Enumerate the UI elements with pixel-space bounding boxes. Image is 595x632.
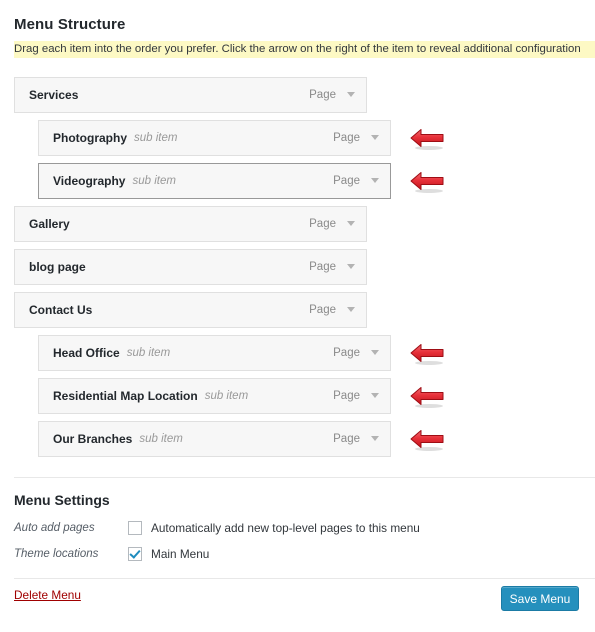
menu-item-sub-label: sub item <box>139 433 183 445</box>
menu-item-title: Our Branches <box>53 432 133 446</box>
menu-item-row[interactable]: blog page Page <box>0 249 595 285</box>
menu-item-type: Page <box>309 218 336 230</box>
menu-item-box[interactable]: Contact Us Page <box>14 292 367 328</box>
menu-item-type: Page <box>333 175 360 187</box>
menu-item-title: Services <box>29 88 79 102</box>
chevron-down-icon[interactable] <box>347 221 356 227</box>
menu-item-title: Photography <box>53 131 127 145</box>
menu-item-box[interactable]: Our Branches sub item Page <box>38 421 391 457</box>
menu-item-meta: Page <box>309 261 356 273</box>
chevron-down-icon[interactable] <box>347 264 356 270</box>
menu-item-meta: Page <box>333 347 380 359</box>
menu-item-box[interactable]: Residential Map Location sub item Page <box>38 378 391 414</box>
menu-item-row[interactable]: Services Page <box>0 77 595 113</box>
delete-menu-link[interactable]: Delete Menu <box>14 588 81 602</box>
auto-add-pages-row: Auto add pages Automatically add new top… <box>14 519 420 537</box>
menu-item-box[interactable]: Gallery Page <box>14 206 367 242</box>
menu-item-meta: Page <box>333 175 380 187</box>
theme-locations-row: Theme locations Main Menu <box>14 545 209 563</box>
menu-item-box[interactable]: Head Office sub item Page <box>38 335 391 371</box>
menu-item-sub-label: sub item <box>204 390 249 402</box>
menu-item-sub-label: sub item <box>132 175 176 187</box>
menu-item-meta: Page <box>333 433 380 445</box>
menu-item-title: Residential Map Location <box>53 389 198 403</box>
chevron-down-icon[interactable] <box>371 135 380 141</box>
auto-add-pages-label: Auto add pages <box>14 522 95 534</box>
menu-item-row[interactable]: Our Branches sub item Page <box>0 421 595 457</box>
menu-item-title: Head Office <box>53 346 120 360</box>
chevron-down-icon[interactable] <box>347 307 356 313</box>
menu-item-meta: Page <box>333 390 380 402</box>
theme-locations-label: Theme locations <box>14 548 99 560</box>
menu-item-box[interactable]: blog page Page <box>14 249 367 285</box>
menu-item-type: Page <box>333 347 360 359</box>
menu-item-type: Page <box>333 433 360 445</box>
menu-item-title: Videography <box>53 174 126 188</box>
instructions-banner: Drag each item into the order you prefer… <box>14 41 595 58</box>
left-arrow-icon <box>408 385 448 409</box>
menu-item-meta: Page <box>309 218 356 230</box>
menu-item-meta: Page <box>309 89 356 101</box>
menu-item-box[interactable]: Videography sub item Page <box>38 163 391 199</box>
main-menu-checkbox-label[interactable]: Main Menu <box>151 547 209 561</box>
chevron-down-icon[interactable] <box>371 393 380 399</box>
menu-item-type: Page <box>309 304 336 316</box>
menu-item-meta: Page <box>309 304 356 316</box>
left-arrow-icon <box>408 342 448 366</box>
menu-item-row[interactable]: Videography sub item Page <box>0 163 595 199</box>
menu-item-box[interactable]: Photography sub item Page <box>38 120 391 156</box>
chevron-down-icon[interactable] <box>371 178 380 184</box>
menu-item-row[interactable]: Contact Us Page <box>0 292 595 328</box>
menu-item-list: Services Page Photography sub item Page Video… <box>0 77 595 464</box>
menu-item-title: blog page <box>29 260 86 274</box>
main-menu-checkbox[interactable] <box>128 547 142 561</box>
menu-item-type: Page <box>333 132 360 144</box>
menu-item-meta: Page <box>333 132 380 144</box>
chevron-down-icon[interactable] <box>371 350 380 356</box>
menu-item-row[interactable]: Photography sub item Page <box>0 120 595 156</box>
page-title: Menu Structure <box>14 16 126 33</box>
auto-add-pages-checkbox[interactable] <box>128 521 142 535</box>
menu-item-type: Page <box>333 390 360 402</box>
settings-divider <box>14 477 595 478</box>
menu-item-row[interactable]: Gallery Page <box>0 206 595 242</box>
chevron-down-icon[interactable] <box>347 92 356 98</box>
menu-item-sub-label: sub item <box>126 347 171 359</box>
save-menu-button[interactable]: Save Menu <box>501 586 579 611</box>
menu-item-row[interactable]: Head Office sub item Page <box>0 335 595 371</box>
menu-item-title: Gallery <box>29 217 70 231</box>
menu-item-type: Page <box>309 261 336 273</box>
footer-divider <box>14 578 595 579</box>
menu-item-sub-label: sub item <box>134 132 178 144</box>
menu-item-box[interactable]: Services Page <box>14 77 367 113</box>
menu-item-row[interactable]: Residential Map Location sub item Page <box>0 378 595 414</box>
left-arrow-icon <box>408 428 448 452</box>
menu-item-type: Page <box>309 89 336 101</box>
auto-add-pages-checkbox-label[interactable]: Automatically add new top-level pages to… <box>151 521 420 535</box>
menu-item-title: Contact Us <box>29 303 93 317</box>
menu-settings-title: Menu Settings <box>14 492 110 508</box>
left-arrow-icon <box>408 170 448 194</box>
left-arrow-icon <box>408 127 448 151</box>
chevron-down-icon[interactable] <box>371 436 380 442</box>
